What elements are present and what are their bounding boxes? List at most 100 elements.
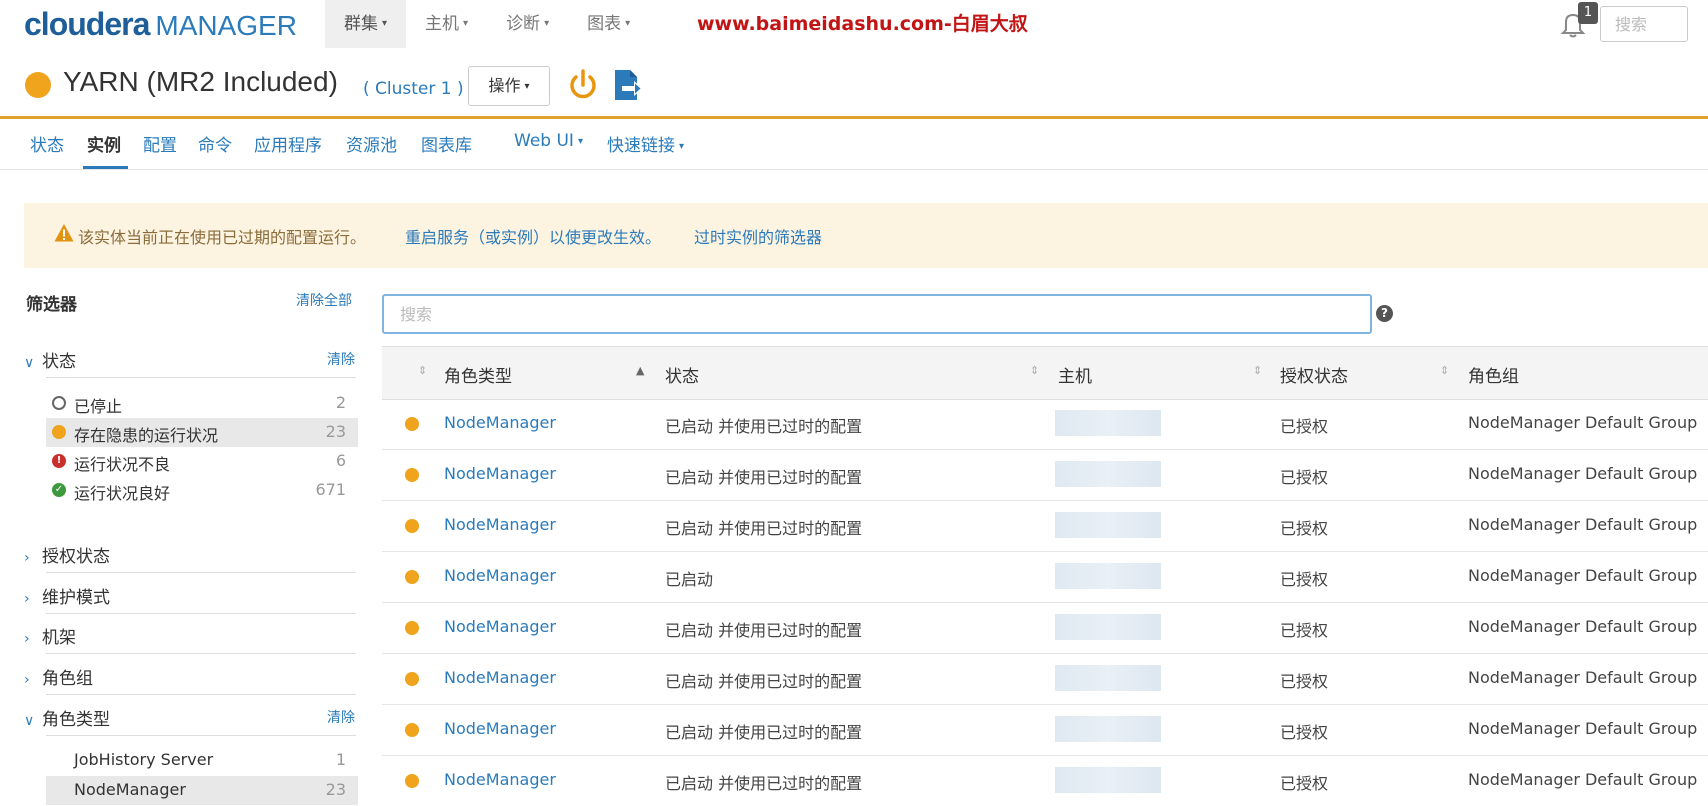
table-row: NodeManager 已启动 并使用已过时的配置 已授权 NodeManage…	[382, 500, 1708, 552]
column-header-authorization[interactable]: 授权状态	[1280, 362, 1348, 387]
tab-resource-pools[interactable]: 资源池	[346, 131, 397, 156]
sort-icon[interactable]: ⇕	[1440, 364, 1449, 377]
role-link[interactable]: NodeManager	[444, 668, 556, 687]
filter-option-jobhistory[interactable]: JobHistory Server 1	[46, 746, 358, 775]
filter-option-good-health[interactable]: ✓ 运行状况良好 671	[46, 476, 358, 505]
filter-section-authorization[interactable]: › 授权状态	[24, 542, 110, 567]
filter-section-rack[interactable]: › 机架	[24, 623, 76, 648]
divider	[46, 377, 356, 378]
concerning-health-icon	[52, 425, 66, 439]
table-row: NodeManager 已启动 并使用已过时的配置 已授权 NodeManage…	[382, 704, 1708, 756]
role-link[interactable]: NodeManager	[444, 719, 556, 738]
actions-dropdown-button[interactable]: 操作 ▾	[468, 66, 550, 106]
alert-restart-link[interactable]: 重启服务（或实例）以使更改生效。	[405, 224, 661, 248]
filter-section-role-type-label: 角色类型	[42, 710, 110, 730]
clear-role-type-filter-link[interactable]: 清除	[327, 707, 355, 727]
top-navbar: cloudera MANAGER 群集 ▾ 主机 ▾ 诊断 ▾ 图表 ▾ www.baim…	[0, 0, 1708, 53]
role-link[interactable]: NodeManager	[444, 413, 556, 432]
host-redacted	[1055, 563, 1161, 589]
column-header-host[interactable]: 主机	[1058, 362, 1092, 387]
tab-status[interactable]: 状态	[30, 131, 64, 156]
host-redacted	[1055, 461, 1161, 487]
filter-section-status[interactable]: ∨ 状态	[24, 347, 76, 372]
chevron-down-icon: ∨	[24, 713, 35, 729]
clear-all-filters-link[interactable]: 清除全部	[296, 290, 352, 310]
power-icon[interactable]	[567, 68, 599, 102]
filter-option-concerning-health[interactable]: 存在隐患的运行状况 23	[46, 418, 358, 447]
filters-title: 筛选器	[26, 295, 77, 315]
chevron-right-icon: ›	[24, 672, 30, 688]
column-header-status[interactable]: 状态	[665, 362, 699, 387]
sort-icon[interactable]: ⇕	[418, 364, 427, 377]
role-link[interactable]: NodeManager	[444, 770, 556, 789]
concerning-health-icon	[405, 468, 419, 482]
sort-ascending-icon[interactable]: ▲	[636, 364, 644, 377]
cloudera-manager-logo[interactable]: cloudera MANAGER	[24, 6, 297, 43]
warning-icon	[54, 224, 74, 242]
role-link[interactable]: NodeManager	[444, 515, 556, 534]
topnav-hosts[interactable]: 主机 ▾	[406, 0, 487, 48]
table-header: ⇕ 角色类型 ▲ 状态 ⇕ 主机 ⇕ 授权状态 ⇕ 角色组	[382, 346, 1708, 400]
role-group: NodeManager Default Group	[1468, 719, 1698, 738]
topnav-diagnostics[interactable]: 诊断 ▾	[487, 0, 568, 48]
filter-option-stopped[interactable]: 已停止 2	[46, 389, 358, 418]
role-link[interactable]: NodeManager	[444, 464, 556, 483]
filter-option-count: 671	[315, 480, 346, 499]
host-redacted	[1055, 665, 1161, 691]
filter-section-maintenance[interactable]: › 维护模式	[24, 583, 110, 608]
divider	[46, 694, 356, 695]
alert-message: 该实体当前正在使用已过期的配置运行。	[78, 228, 367, 247]
tab-configuration[interactable]: 配置	[143, 131, 177, 156]
tab-quick-links-label: 快速链接	[607, 136, 675, 156]
topnav-charts[interactable]: 图表 ▾	[568, 0, 649, 48]
service-header: YARN (MR2 Included) ( Cluster 1 ) 操作 ▾	[0, 52, 1708, 119]
help-icon[interactable]: ?	[1376, 305, 1393, 322]
concerning-health-icon	[405, 519, 419, 533]
filter-section-role-group[interactable]: › 角色组	[24, 664, 93, 689]
sort-icon[interactable]: ⇕	[1030, 364, 1039, 377]
concerning-health-icon	[405, 417, 419, 431]
host-redacted	[1055, 614, 1161, 640]
column-header-role-type[interactable]: 角色类型	[444, 362, 512, 387]
tab-quick-links[interactable]: 快速链接 ▾	[607, 131, 684, 156]
sort-icon[interactable]: ⇕	[1253, 364, 1262, 377]
chevron-down-icon: ▾	[524, 80, 530, 92]
role-link[interactable]: NodeManager	[444, 566, 556, 585]
clear-status-filter-link[interactable]: 清除	[327, 349, 355, 369]
filter-option-bad-health[interactable]: ! 运行状况不良 6	[46, 447, 358, 476]
filter-option-nodemanager[interactable]: NodeManager 23	[46, 776, 358, 805]
instances-search-input[interactable]	[382, 294, 1372, 334]
role-link[interactable]: NodeManager	[444, 617, 556, 636]
column-header-role-group[interactable]: 角色组	[1468, 362, 1519, 387]
concerning-health-icon	[405, 774, 419, 788]
tab-web-ui[interactable]: Web UI ▾	[514, 131, 583, 151]
chevron-right-icon: ›	[24, 550, 30, 566]
host-redacted	[1055, 512, 1161, 538]
authorization-status: 已授权	[1280, 621, 1329, 640]
authorization-status: 已授权	[1280, 417, 1329, 436]
chevron-down-icon: ▾	[382, 18, 388, 29]
authorization-status: 已授权	[1280, 723, 1329, 742]
topnav-clusters[interactable]: 群集 ▾	[325, 0, 407, 48]
global-search-input[interactable]	[1600, 6, 1688, 42]
alert-stale-filter-link[interactable]: 过时实例的筛选器	[694, 224, 822, 248]
role-status: 已启动 并使用已过时的配置	[665, 723, 863, 742]
service-tabs: 状态 实例 配置 命令 应用程序 资源池 图表库 Web UI ▾ 快速链接 ▾	[0, 119, 1708, 170]
role-group: NodeManager Default Group	[1468, 566, 1698, 585]
chevron-right-icon: ›	[24, 591, 30, 607]
tab-chart-library[interactable]: 图表库	[421, 131, 472, 156]
tab-instances[interactable]: 实例	[87, 131, 121, 156]
chevron-down-icon: ▾	[544, 18, 550, 29]
stopped-icon	[52, 396, 66, 410]
tab-commands[interactable]: 命令	[198, 131, 232, 156]
host-redacted	[1055, 767, 1161, 793]
tab-applications[interactable]: 应用程序	[254, 131, 322, 156]
filter-section-label: 机架	[42, 628, 76, 648]
filter-option-label: NodeManager	[74, 780, 186, 799]
topnav-diagnostics-label: 诊断	[506, 14, 541, 34]
export-icon[interactable]	[612, 68, 644, 102]
host-redacted	[1055, 716, 1161, 742]
cluster-link[interactable]: ( Cluster 1 )	[363, 79, 464, 99]
concerning-health-icon	[405, 723, 419, 737]
filter-section-role-type[interactable]: ∨ 角色类型	[24, 705, 110, 730]
